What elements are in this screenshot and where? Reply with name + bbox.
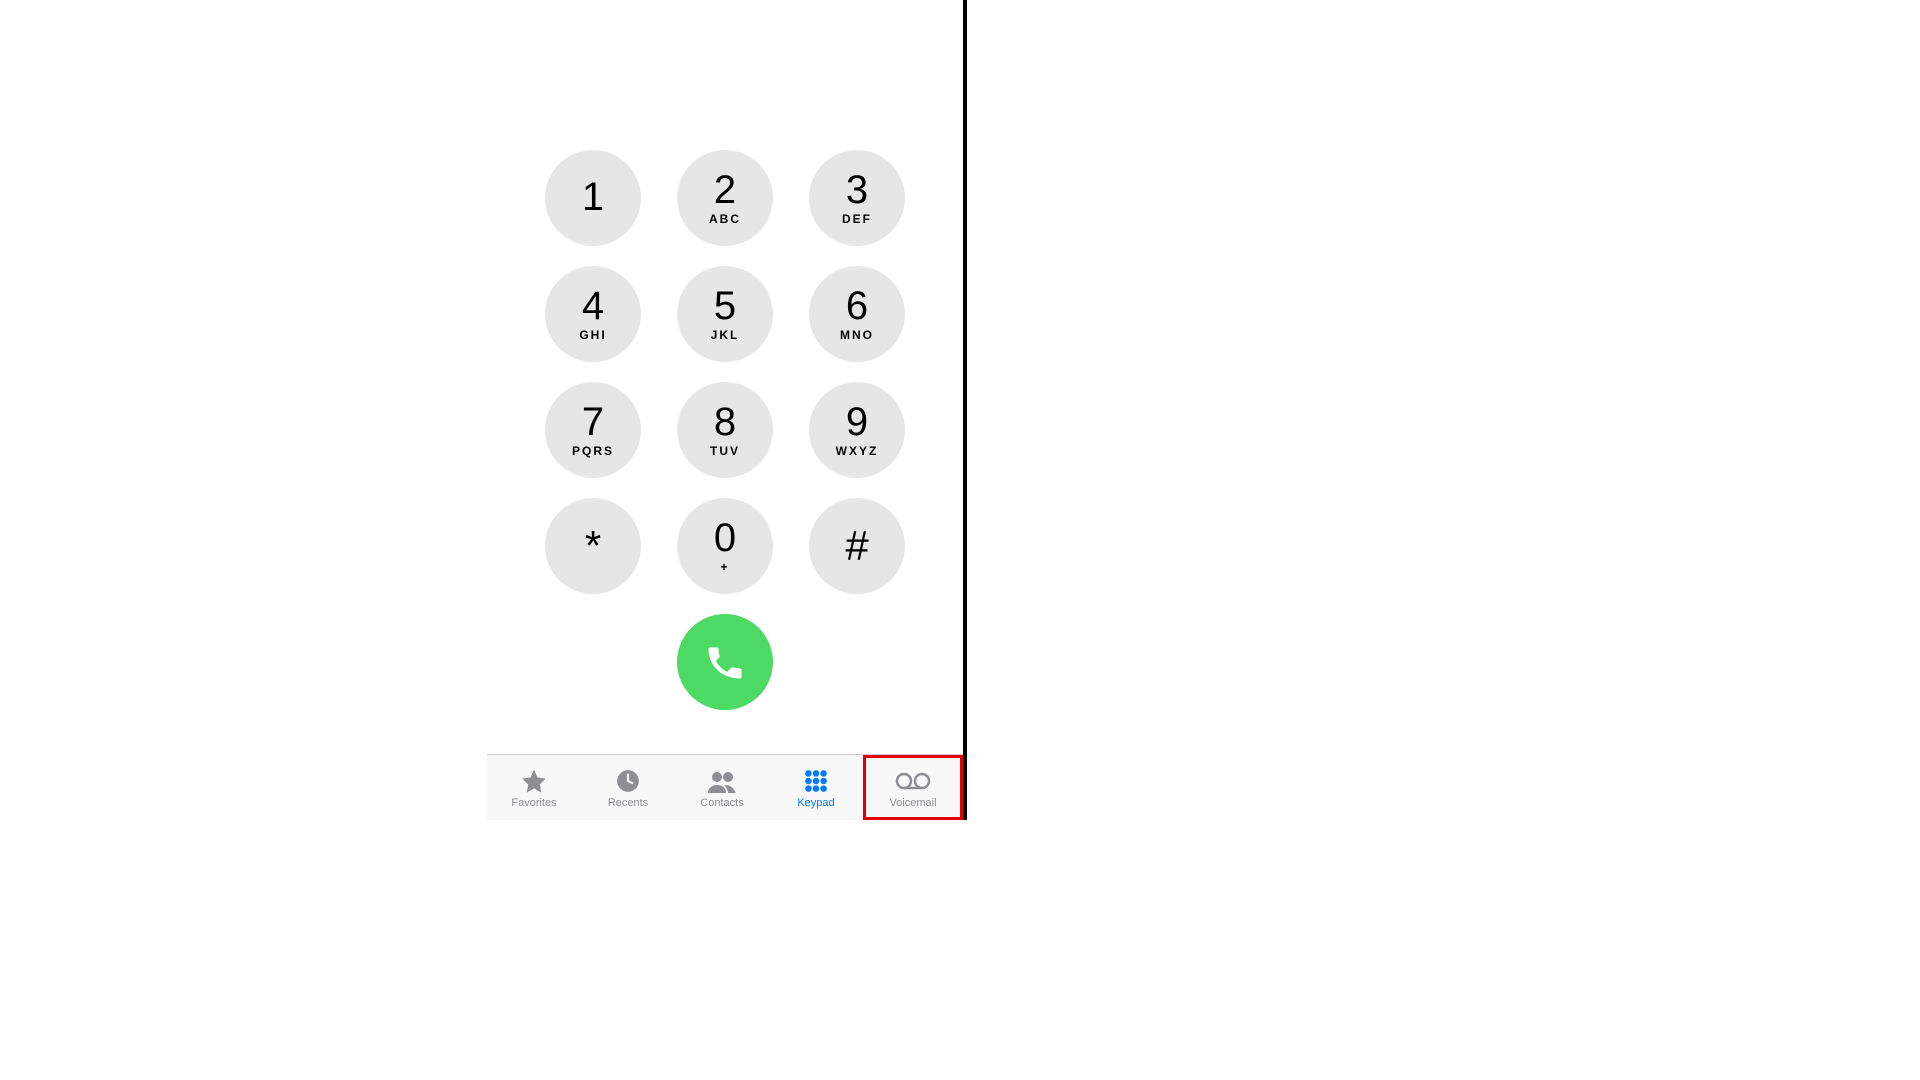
keypad-digit: *	[585, 525, 601, 567]
keypad-key-8[interactable]: 8 TUV	[677, 382, 773, 478]
keypad-row: 4 GHI 5 JKL 6 MNO	[545, 266, 905, 362]
keypad-digit: 5	[714, 286, 736, 326]
call-row	[677, 614, 773, 710]
keypad-key-3[interactable]: 3 DEF	[809, 150, 905, 246]
keypad-digit: 4	[582, 286, 604, 326]
keypad-row: 1 2 ABC 3 DEF	[545, 150, 905, 246]
tab-bar: Favorites Recents Contacts	[487, 754, 963, 820]
keypad-letters: JKL	[711, 328, 740, 342]
tab-label: Keypad	[797, 797, 834, 809]
tab-favorites[interactable]: Favorites	[487, 755, 581, 820]
keypad-row: * 0 + #	[545, 498, 905, 594]
keypad-digit: 6	[846, 286, 868, 326]
tab-recents[interactable]: Recents	[581, 755, 675, 820]
tab-contacts[interactable]: Contacts	[675, 755, 769, 820]
keypad-key-1[interactable]: 1	[545, 150, 641, 246]
keypad-key-hash[interactable]: #	[809, 498, 905, 594]
keypad-key-7[interactable]: 7 PQRS	[545, 382, 641, 478]
keypad-icon	[803, 767, 829, 795]
keypad-letters: WXYZ	[836, 444, 879, 458]
keypad-letters: +	[720, 560, 729, 574]
keypad-digit: 7	[582, 402, 604, 442]
tab-label: Recents	[608, 797, 648, 809]
voicemail-icon	[895, 767, 931, 795]
keypad-digit: #	[845, 525, 868, 567]
tab-voicemail[interactable]: Voicemail	[863, 755, 963, 820]
keypad-key-5[interactable]: 5 JKL	[677, 266, 773, 362]
phone-app: 1 2 ABC 3 DEF 4 GHI 5 JKL 6 MN	[487, 0, 967, 820]
keypad-digit: 3	[846, 170, 868, 210]
keypad-digit: 2	[714, 170, 736, 210]
keypad-digit: 9	[846, 402, 868, 442]
phone-icon	[703, 648, 747, 676]
tab-label: Favorites	[511, 797, 556, 809]
keypad-digit: 8	[714, 402, 736, 442]
keypad-letters: MNO	[840, 328, 874, 342]
keypad-area: 1 2 ABC 3 DEF 4 GHI 5 JKL 6 MN	[487, 150, 963, 730]
keypad-letters: ABC	[709, 212, 741, 226]
keypad-letters: GHI	[579, 328, 606, 342]
tab-keypad[interactable]: Keypad	[769, 755, 863, 820]
keypad-key-0[interactable]: 0 +	[677, 498, 773, 594]
keypad-key-star[interactable]: *	[545, 498, 641, 594]
keypad-letters: TUV	[710, 444, 740, 458]
tab-label: Voicemail	[889, 797, 936, 809]
star-icon	[520, 767, 548, 795]
keypad-key-2[interactable]: 2 ABC	[677, 150, 773, 246]
keypad-key-6[interactable]: 6 MNO	[809, 266, 905, 362]
keypad-key-9[interactable]: 9 WXYZ	[809, 382, 905, 478]
clock-icon	[615, 767, 641, 795]
keypad-letters: PQRS	[572, 444, 614, 458]
contacts-icon	[706, 767, 738, 795]
keypad-digit: 0	[714, 518, 736, 558]
tab-label: Contacts	[700, 797, 743, 809]
keypad-key-4[interactable]: 4 GHI	[545, 266, 641, 362]
keypad-digit: 1	[582, 177, 604, 217]
keypad-row: 7 PQRS 8 TUV 9 WXYZ	[545, 382, 905, 478]
call-button[interactable]	[677, 614, 773, 710]
keypad-letters: DEF	[842, 212, 872, 226]
